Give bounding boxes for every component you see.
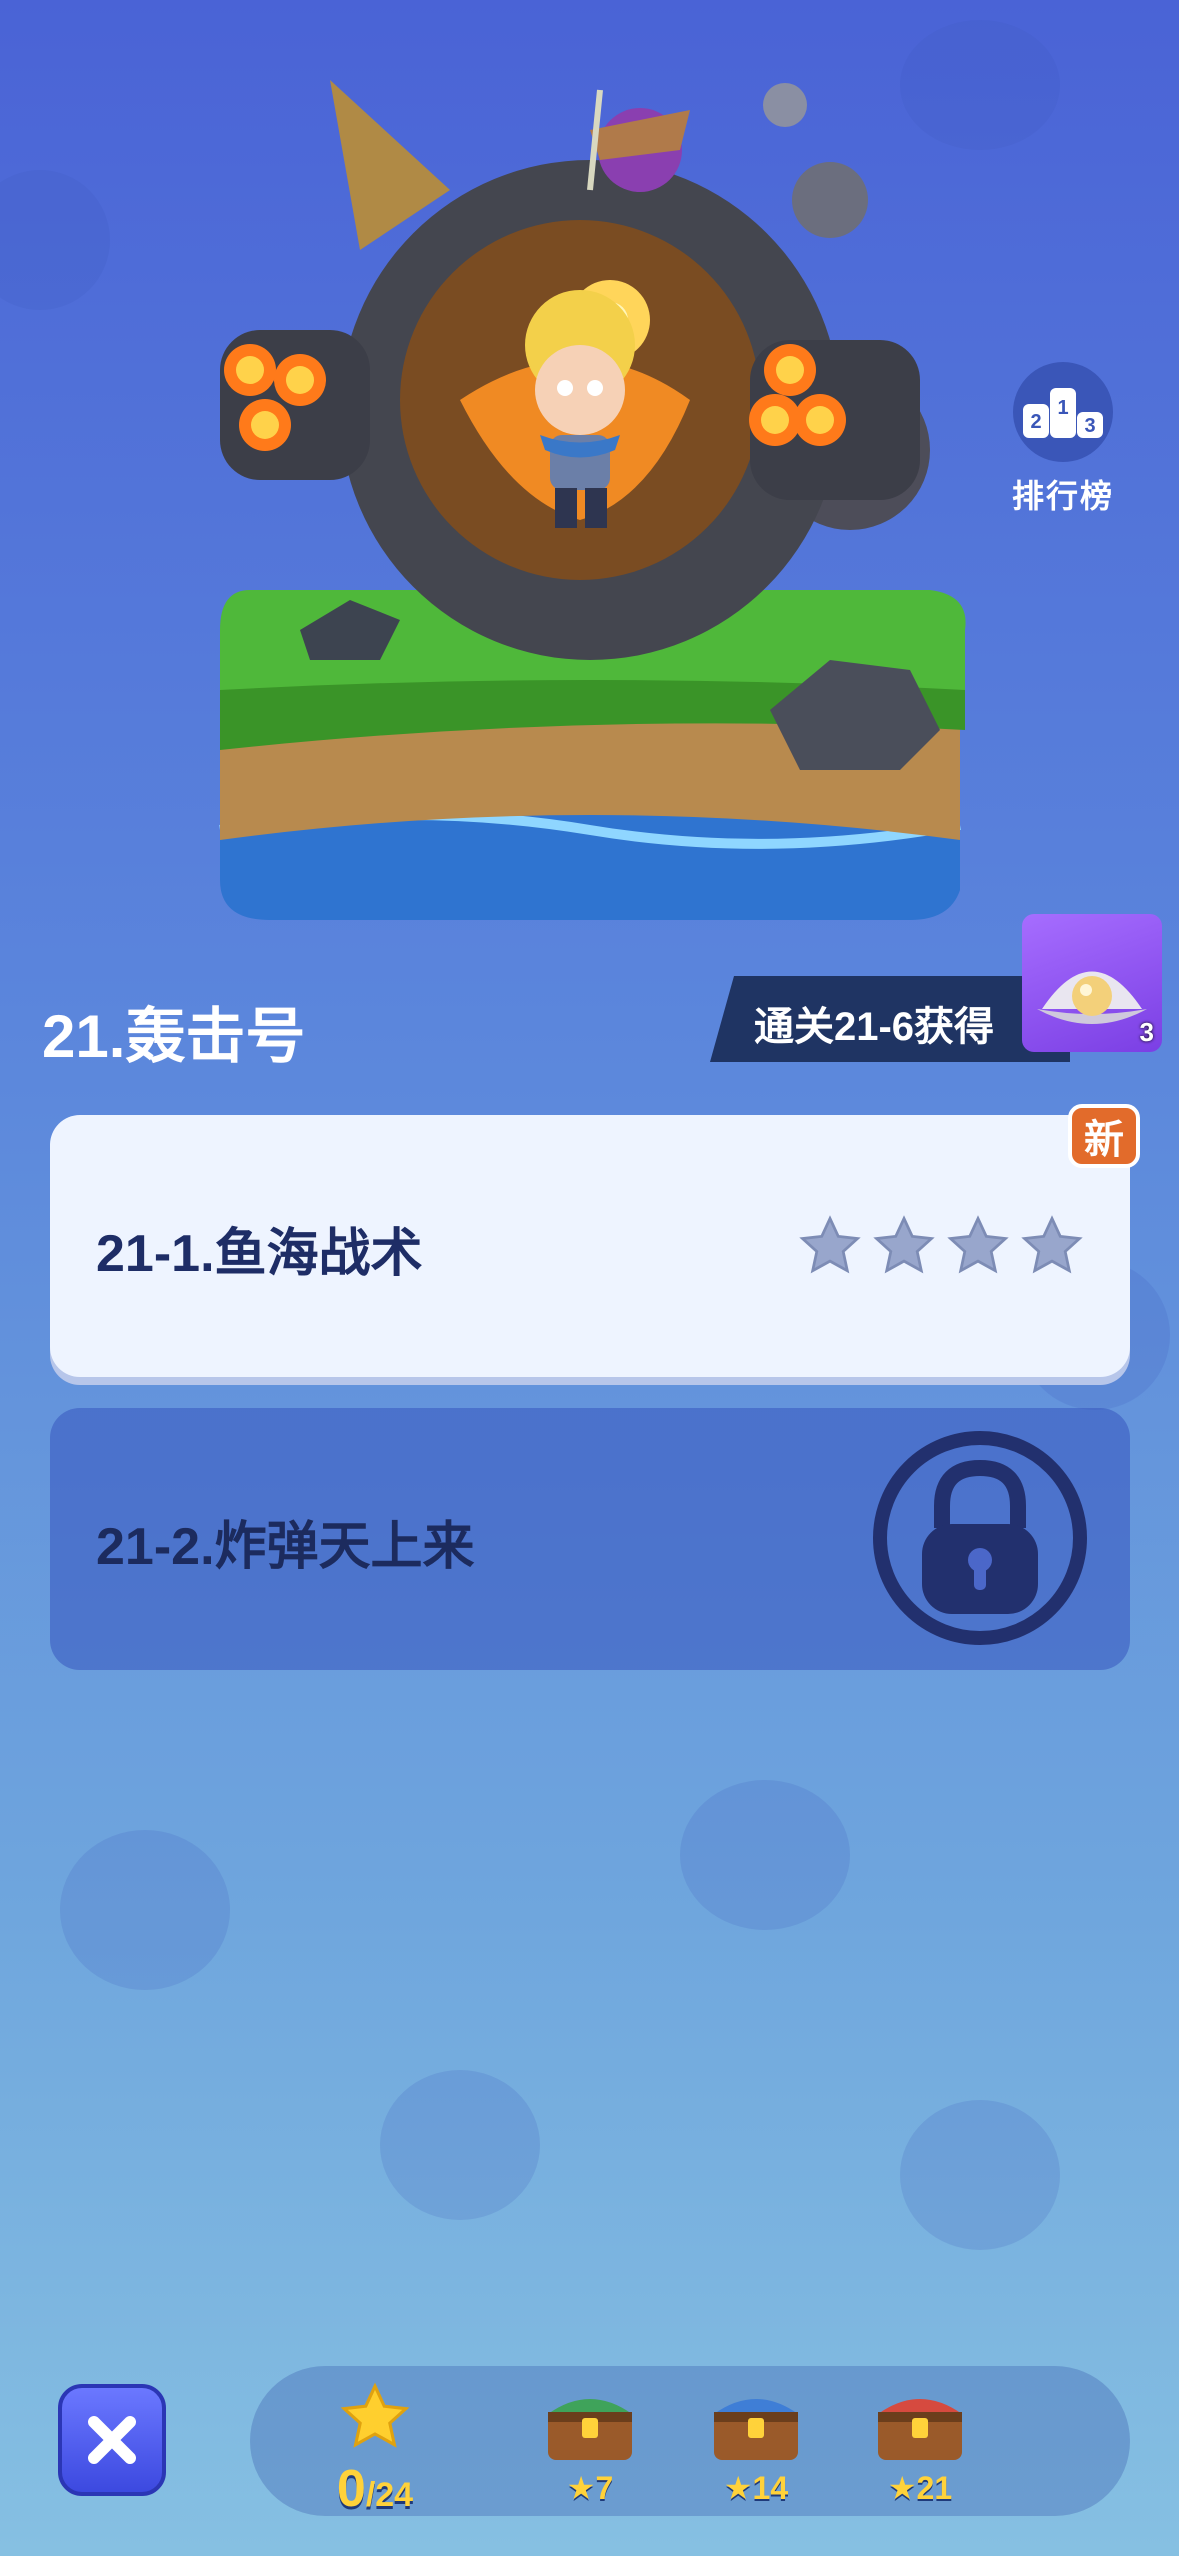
stars-total: /24 [365,2476,414,2514]
leaderboard-label: 排行榜 [1011,478,1114,514]
chest-requirement: 14 [752,2470,789,2506]
star-empty-icon [1021,1215,1083,1274]
stars-collected: 0 [336,2460,366,2518]
stage-title: 21-1.鱼海战术 [96,1225,423,1283]
star-empty-icon [799,1215,861,1274]
lock-icon [873,1431,1087,1645]
star-small-icon: ★ [723,2470,753,2506]
chest-icon [878,2399,962,2460]
chest-requirement: 7 [595,2470,614,2506]
chest-icon [714,2399,798,2460]
svg-text:3: 3 [1084,415,1095,437]
stage-title: 21-2.炸弹天上来 [96,1518,475,1576]
star-total: 0/24 [320,2380,430,2519]
chest-reward-1[interactable]: ★7 [542,2384,638,2507]
stage-stars [797,1213,1085,1279]
star-empty-icon [947,1215,1009,1274]
reward-count: 3 [1139,1017,1154,1047]
chest-reward-2[interactable]: ★14 [708,2384,804,2507]
podium-icon: 2 1 3 [1013,362,1113,462]
svg-text:2: 2 [1030,411,1041,433]
chest-reward-3[interactable]: ★21 [872,2384,968,2507]
close-icon [88,2416,136,2464]
close-button[interactable] [58,2384,166,2496]
boss-illustration [219,80,966,920]
background-duck [0,170,110,310]
star-small-icon: ★ [887,2470,917,2506]
background-duck [900,2100,1060,2250]
stage-card-21-2[interactable]: 21-2.炸弹天上来 [50,1408,1130,1670]
star-small-icon: ★ [566,2470,596,2506]
background-duck [380,2070,540,2220]
chapter-title: 21.轰击号 [42,1003,306,1070]
star-empty-icon [873,1215,935,1274]
reward-condition-text: 通关21-6获得 [754,1005,995,1049]
leaderboard-button[interactable]: 2 1 3 排行榜 [1008,360,1118,517]
background-duck [60,1830,230,1990]
new-badge: 新 [1068,1104,1140,1168]
chest-icon [548,2399,632,2460]
stage-card-21-1[interactable]: 21-1.鱼海战术 [50,1115,1130,1377]
background-duck [680,1780,850,1930]
star-icon [340,2382,410,2448]
reward-item[interactable]: 3 [1022,914,1162,1052]
chest-requirement: 21 [916,2470,953,2506]
svg-text:1: 1 [1057,397,1068,419]
